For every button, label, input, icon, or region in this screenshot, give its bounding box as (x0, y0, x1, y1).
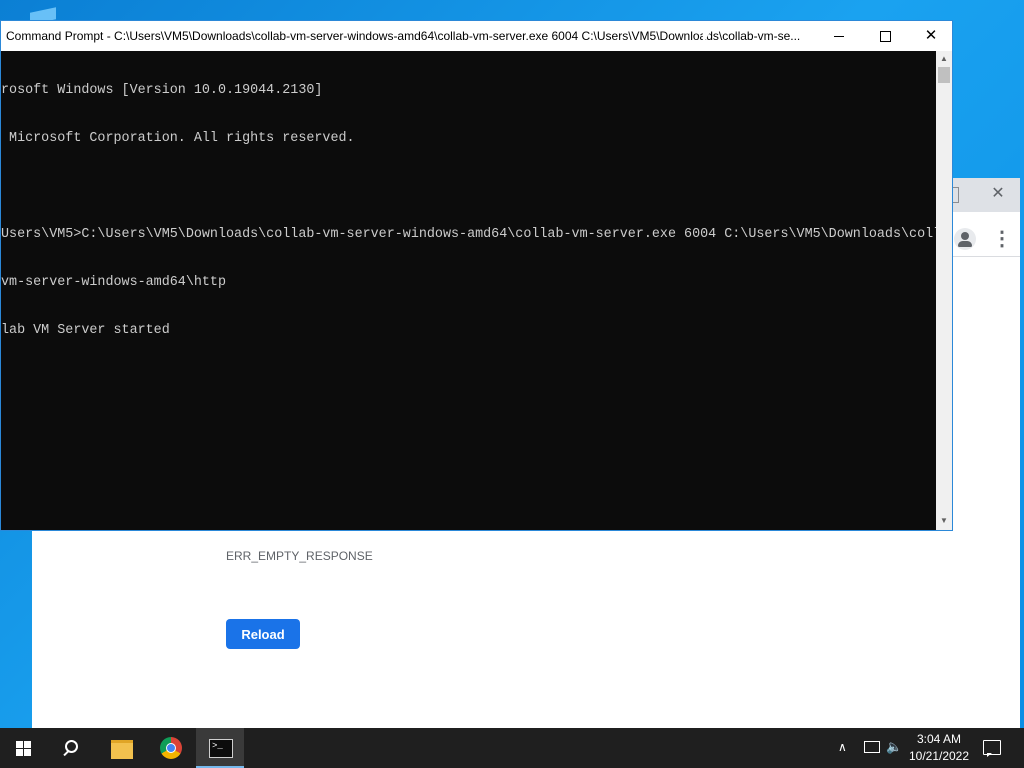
chrome-menu-icon[interactable]: ⋮ (992, 228, 1012, 250)
scroll-up-arrow-icon[interactable]: ▲ (939, 54, 949, 64)
command-prompt-window[interactable]: Command Prompt - C:\Users\VM5\Downloads\… (0, 20, 953, 531)
scroll-thumb[interactable] (938, 67, 950, 83)
chrome-icon[interactable] (148, 728, 196, 768)
windows-logo-icon (16, 749, 23, 756)
command-prompt-taskbar-icon[interactable] (196, 728, 244, 768)
notification-icon[interactable] (983, 740, 1001, 757)
chrome-tab-edge (952, 187, 959, 203)
reload-button[interactable]: Reload (226, 619, 300, 649)
windows-logo-icon (16, 741, 23, 748)
console-line: lab VM Server started (1, 323, 170, 338)
chrome-close-icon[interactable]: ✕ (988, 184, 1008, 204)
mouse-cursor-icon (702, 32, 710, 46)
file-explorer-icon[interactable] (98, 728, 146, 768)
taskbar: ∧ 🔈 3:04 AM 10/21/2022 (0, 728, 1024, 768)
windows-logo-icon (24, 749, 31, 756)
console-output[interactable]: rosoft Windows [Version 10.0.19044.2130]… (1, 51, 936, 530)
search-icon[interactable] (48, 728, 96, 768)
tray-chevron-icon[interactable]: ∧ (838, 740, 847, 754)
close-icon[interactable]: ✕ (908, 21, 954, 51)
profile-icon[interactable] (954, 228, 976, 250)
windows-logo-icon (24, 741, 31, 748)
cmd-titlebar[interactable]: Command Prompt - C:\Users\VM5\Downloads\… (1, 21, 952, 51)
console-line: rosoft Windows [Version 10.0.19044.2130] (1, 83, 323, 98)
console-line: Microsoft Corporation. All rights reserv… (1, 131, 355, 146)
clock-date[interactable]: 10/21/2022 (905, 749, 973, 763)
volume-icon[interactable]: 🔈 (886, 739, 902, 755)
console-line: Users\VM5>C:\Users\VM5\Downloads\collab-… (1, 227, 936, 242)
vertical-scrollbar[interactable]: ▲ ▼ (936, 51, 952, 530)
error-code: ERR_EMPTY_RESPONSE (226, 549, 373, 563)
console-line: vm-server-windows-amd64\http (1, 275, 226, 290)
start-button[interactable] (0, 728, 48, 768)
maximize-icon[interactable] (862, 21, 908, 51)
network-icon[interactable] (864, 741, 880, 753)
cmd-window-title: Command Prompt - C:\Users\VM5\Downloads\… (6, 29, 801, 43)
clock-time[interactable]: 3:04 AM (905, 732, 973, 746)
minimize-icon[interactable] (816, 21, 862, 51)
scroll-down-arrow-icon[interactable]: ▼ (939, 516, 949, 526)
